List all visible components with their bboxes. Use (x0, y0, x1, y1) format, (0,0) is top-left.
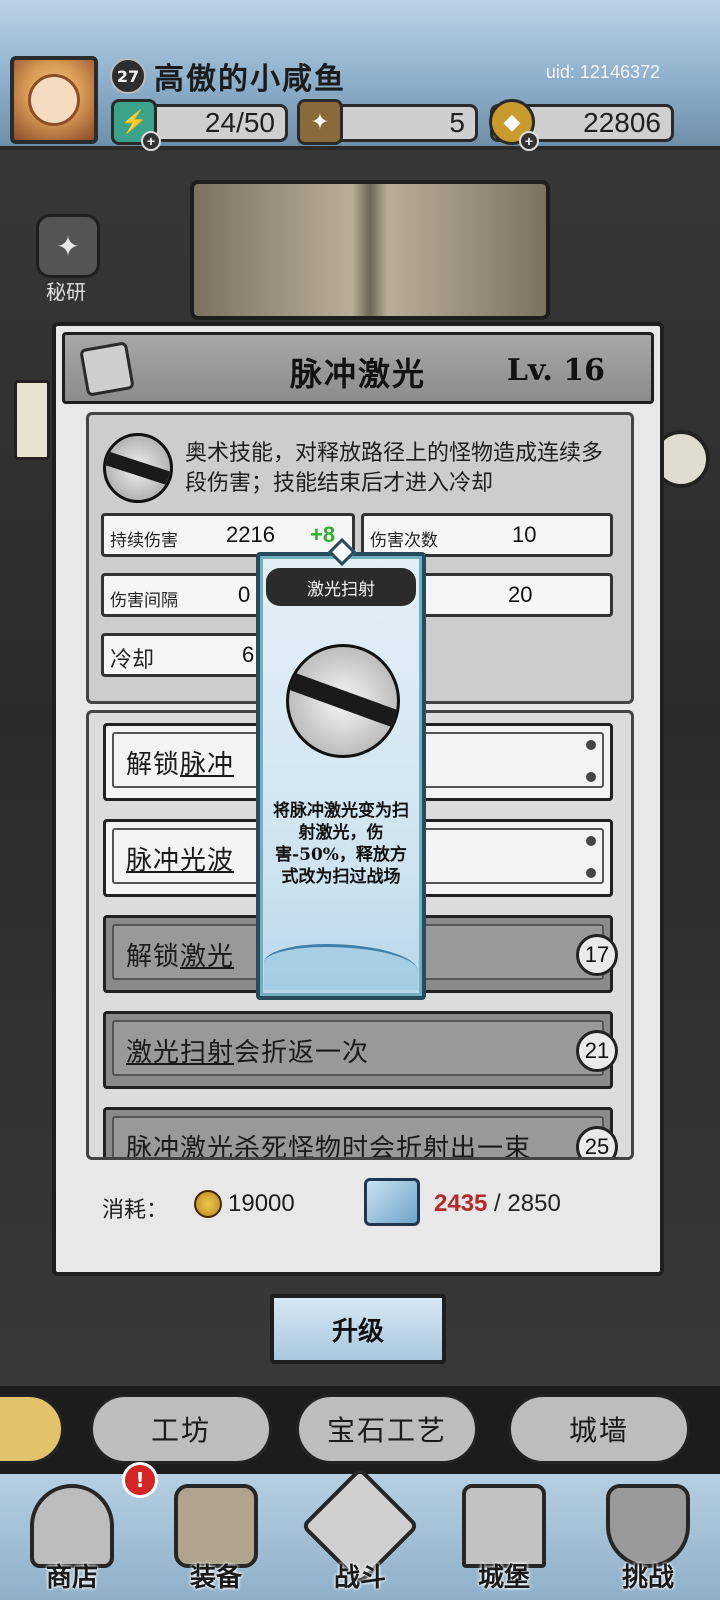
castle-icon (462, 1484, 546, 1568)
pulse-laser-skill-icon (103, 433, 173, 503)
nav-label: 城堡 (477, 1563, 530, 1593)
nav-equipment[interactable]: 装备 (144, 1474, 288, 1600)
nav-battle[interactable]: 战斗 (288, 1466, 432, 1600)
upgrade-keyword: 激光扫射 (126, 1038, 235, 1068)
nav-castle[interactable]: 城堡 (432, 1474, 576, 1600)
stat-label: 伤害次数 (370, 531, 438, 551)
gold-plus-icon[interactable]: + (519, 131, 539, 151)
upgrade-text: 解锁激光 (126, 936, 234, 973)
upgrade-cost-row: 消耗： 19000 2435 / 2850 (102, 1178, 642, 1234)
tab-gem-craft[interactable]: 宝石工艺 (296, 1394, 478, 1464)
upgrade-keyword: 激光 (180, 942, 235, 972)
secret-research-button[interactable]: ✦ (36, 214, 100, 278)
upgrade-button[interactable]: 升级 (270, 1294, 446, 1364)
ticket-value: 5 (449, 107, 465, 138)
gold-coin-icon (194, 1190, 222, 1218)
energy-plus-icon[interactable]: + (141, 131, 161, 151)
shard-current: 2435 (434, 1190, 488, 1217)
upgrade-item[interactable]: 脉冲激光杀死怪物时会折射出一束 25 (103, 1107, 618, 1160)
energy-counter[interactable]: ⚡ + 24/50 (111, 99, 288, 151)
top-bar: 27 高傲的小咸鱼 uid: 12146372 ⚡ + 24/50 ✦ 5 ◆ … (0, 0, 720, 151)
required-level-badge: 25 (576, 1126, 618, 1157)
skill-description: 奥术技能，对释放路径上的怪物造成连续多段伤害；技能结束后才进入冷却 (185, 441, 604, 496)
backpack-icon (174, 1484, 258, 1568)
upgrade-prefix: 解锁 (126, 750, 181, 780)
nav-shop[interactable]: ! 商店 (0, 1462, 158, 1600)
stat-value: 20 (508, 582, 533, 607)
bottom-nav: ! 商店 装备 战斗 城堡 挑战 (0, 1462, 720, 1600)
required-level-badge: 17 (576, 934, 618, 976)
candle-illustration (14, 380, 50, 460)
skill-panel-header: 脉冲激光 Lv. 16 (62, 332, 654, 404)
energy-value: 24/50 (204, 107, 275, 138)
sparkle-book-icon: ✦ (56, 229, 80, 263)
stat-value: 6 (242, 642, 255, 667)
upgrade-text: 解锁脉冲 (126, 744, 234, 781)
upgrade-suffix: 脉冲激光杀死怪物时会折射出一束 (126, 1134, 532, 1160)
laser-sweep-icon (286, 644, 400, 758)
upgrade-suffix: 会折返一次 (234, 1038, 370, 1068)
upgrade-keyword: 脉冲 (180, 750, 235, 780)
nav-label: 装备 (189, 1563, 242, 1593)
skill-shard-icon (364, 1178, 420, 1226)
sub-tab-partial[interactable] (0, 1394, 64, 1464)
stat-hit-count: 伤害次数 10 (361, 513, 613, 557)
nav-label: 战斗 (333, 1563, 386, 1593)
gold-counter[interactable]: ◆ + 22806 (489, 99, 674, 151)
upgrade-text: 脉冲激光杀死怪物时会折射出一束 (126, 1128, 532, 1160)
shard-progress: 2435 / 2850 (434, 1190, 561, 1218)
player-avatar[interactable] (10, 56, 98, 144)
rivet (586, 772, 596, 782)
player-name: 高傲的小咸鱼 (154, 62, 346, 97)
gold-value: 22806 (583, 107, 661, 138)
cost-gold-value: 19000 (228, 1190, 295, 1217)
avatar-face (28, 74, 80, 126)
tab-city-wall[interactable]: 城墙 (508, 1394, 690, 1464)
stat-label: 伤害间隔 (110, 591, 178, 611)
rivet (586, 740, 596, 750)
rivet (586, 836, 596, 846)
cost-label: 消耗： (102, 1198, 169, 1223)
shard-max: / 2850 (487, 1190, 561, 1217)
upgrade-text: 脉冲光波 (126, 840, 234, 877)
stat-value: 2216 (226, 522, 275, 547)
shop-icon (30, 1484, 114, 1568)
stat-sustain-damage: 持续伤害 2216 +8 (101, 513, 355, 557)
required-level-badge: 21 (576, 1030, 618, 1072)
player-level-badge: 27 (110, 58, 146, 94)
upgrade-text: 激光扫射会折返一次 (126, 1032, 369, 1069)
tab-workshop[interactable]: 工坊 (90, 1394, 272, 1464)
open-book-illustration (190, 180, 550, 320)
upgrade-keyword: 脉冲光波 (126, 846, 235, 876)
sub-tab-bar: 工坊 宝石工艺 城墙 (0, 1386, 720, 1474)
shield-icon (606, 1484, 690, 1568)
upgrade-prefix: 解锁 (126, 942, 181, 972)
nav-label: 商店 (45, 1563, 98, 1593)
stat-label: 持续伤害 (110, 531, 178, 551)
secret-research-label: 秘研 (46, 280, 86, 304)
player-uid: uid: 12146372 (545, 62, 660, 82)
tooltip-title: 激光扫射 (266, 568, 416, 606)
tooltip-description: 将脉冲激光变为扫射激光，伤害-50%，释放方式改为扫过战场 (273, 801, 409, 887)
upgrade-item[interactable]: 激光扫射会折返一次 21 (103, 1011, 618, 1089)
ticket-counter[interactable]: ✦ 5 (297, 99, 478, 145)
skill-level: Lv. 16 (506, 353, 605, 388)
wave-decoration (264, 944, 418, 990)
nav-challenge[interactable]: 挑战 (576, 1474, 720, 1600)
rivet (586, 868, 596, 878)
upgrade-tooltip: 激光扫射 将脉冲激光变为扫射激光，伤害-50%，释放方式改为扫过战场 (256, 537, 426, 1000)
ticket-icon: ✦ (297, 99, 343, 145)
stat-value: 10 (512, 522, 537, 547)
nav-label: 挑战 (621, 1563, 674, 1593)
stat-value: 0 (238, 582, 251, 607)
stat-bonus: +8 (310, 522, 336, 547)
stat-label: 冷却 (110, 648, 155, 673)
